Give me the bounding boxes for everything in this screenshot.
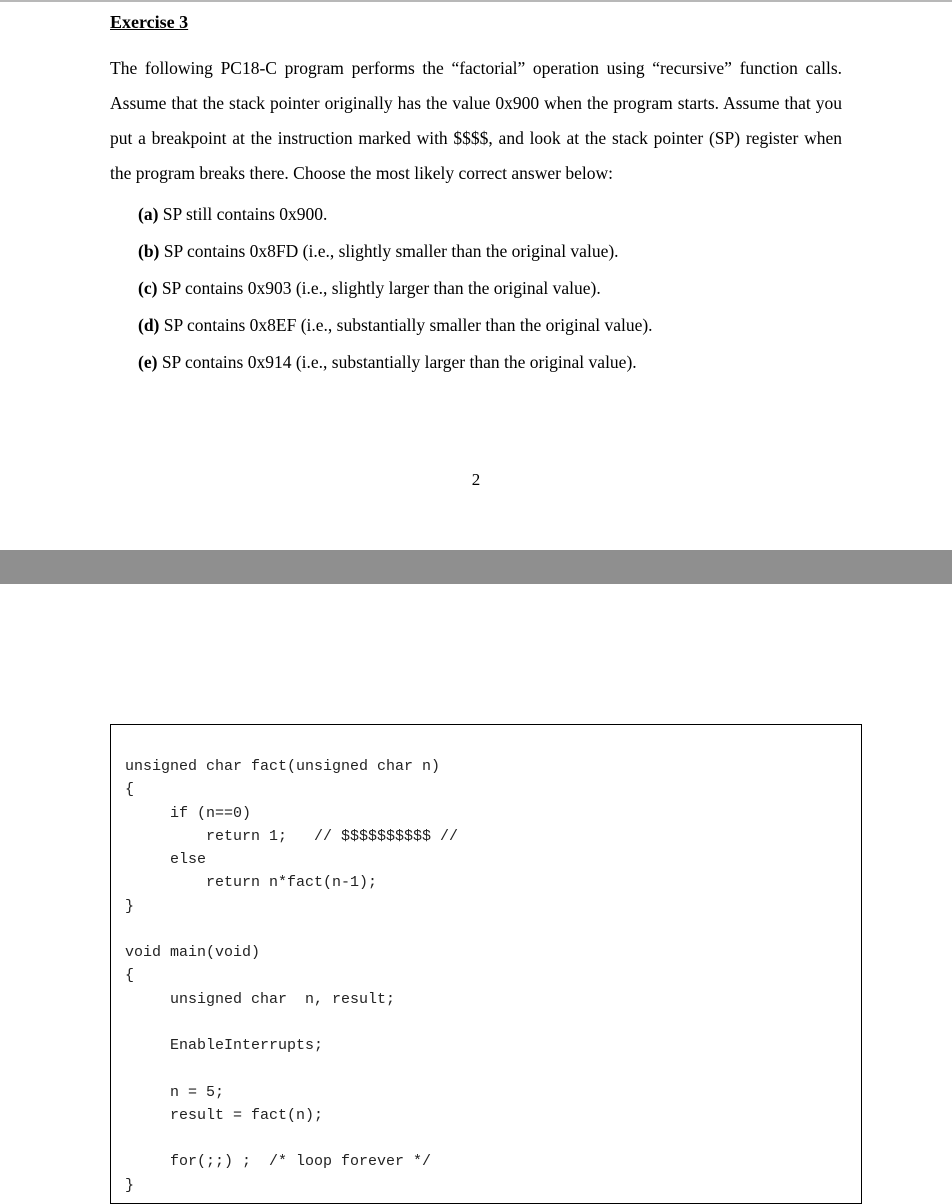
option-b-text: SP contains 0x8FD (i.e., slightly smalle… bbox=[159, 241, 618, 261]
option-c: (c) SP contains 0x903 (i.e., slightly la… bbox=[138, 271, 842, 306]
option-a-text: SP still contains 0x900. bbox=[158, 204, 327, 224]
option-c-label: (c) bbox=[138, 278, 157, 298]
option-e-label: (e) bbox=[138, 352, 157, 372]
page-break bbox=[0, 550, 952, 584]
exercise-intro: The following PC18-C program performs th… bbox=[110, 51, 842, 191]
exercise-page: Exercise 3 The following PC18-C program … bbox=[0, 12, 952, 490]
page-top-border bbox=[0, 0, 952, 2]
option-b-label: (b) bbox=[138, 241, 159, 261]
code-listing: unsigned char fact(unsigned char n) { if… bbox=[110, 724, 862, 1204]
option-e: (e) SP contains 0x914 (i.e., substantial… bbox=[138, 345, 842, 380]
option-e-text: SP contains 0x914 (i.e., substantially l… bbox=[157, 352, 636, 372]
option-a-label: (a) bbox=[138, 204, 158, 224]
option-b: (b) SP contains 0x8FD (i.e., slightly sm… bbox=[138, 234, 842, 269]
option-d-label: (d) bbox=[138, 315, 159, 335]
answer-options: (a) SP still contains 0x900. (b) SP cont… bbox=[138, 197, 842, 380]
option-d-text: SP contains 0x8EF (i.e., substantially s… bbox=[159, 315, 652, 335]
option-c-text: SP contains 0x903 (i.e., slightly larger… bbox=[157, 278, 600, 298]
option-d: (d) SP contains 0x8EF (i.e., substantial… bbox=[138, 308, 842, 343]
exercise-title: Exercise 3 bbox=[110, 12, 842, 33]
option-a: (a) SP still contains 0x900. bbox=[138, 197, 842, 232]
code-page: unsigned char fact(unsigned char n) { if… bbox=[0, 584, 952, 1204]
page-number: 2 bbox=[110, 470, 842, 490]
